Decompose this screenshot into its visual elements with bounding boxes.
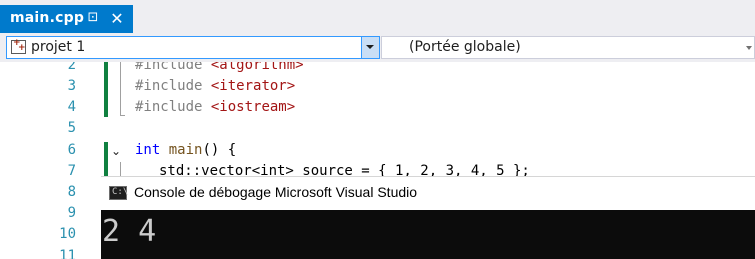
preprocessor-directive: #include: [135, 62, 203, 73]
function-name: main: [168, 142, 203, 158]
scope-dropdown[interactable]: (Portée globale): [381, 36, 755, 59]
line-number: 10: [59, 226, 76, 242]
close-icon[interactable]: ✕: [109, 9, 125, 28]
line-number: 4: [67, 99, 76, 115]
console-titlebar[interactable]: C:\ Console de débogage Microsoft Visual…: [101, 176, 755, 210]
outline-guide-end: [120, 115, 125, 116]
console-title: Console de débogage Microsoft Visual Stu…: [134, 184, 418, 200]
line-number: 3: [67, 78, 76, 94]
preprocessor-directive: #include: [135, 99, 203, 115]
chevron-down-icon[interactable]: [361, 37, 379, 58]
line-number: 8: [67, 184, 76, 200]
code-text: () {: [202, 142, 237, 158]
include-path: <iostream>: [210, 99, 296, 115]
console-output-text: 2 4: [102, 214, 157, 249]
code-line: #include <iostream>: [135, 99, 295, 115]
scope-label: (Portée globale): [409, 39, 521, 55]
pin-icon[interactable]: ⊡: [85, 10, 101, 25]
tab-title: main.cpp: [10, 10, 85, 26]
line-number: 7: [67, 163, 76, 179]
chevron-down-icon[interactable]: [746, 46, 752, 50]
collapse-chevron-icon[interactable]: ⌄: [111, 144, 123, 158]
project-dropdown[interactable]: + + projet 1: [6, 36, 380, 59]
line-number: 5: [67, 120, 76, 136]
console-app-icon: C:\: [109, 186, 128, 200]
preprocessor-directive: #include: [135, 78, 203, 94]
outline-guide: [120, 62, 121, 115]
navigation-bar: + + projet 1 (Portée globale): [0, 33, 755, 62]
code-line: #include <algorithm>: [135, 62, 304, 73]
console-output-area[interactable]: 2 4: [101, 210, 755, 259]
line-number: 6: [67, 142, 76, 158]
keyword: int: [135, 142, 161, 158]
code-line: int main() {: [135, 142, 236, 158]
document-tab-strip: main.cpp ⊡ ✕: [0, 0, 755, 33]
line-number: 11: [59, 248, 76, 259]
project-label: projet 1: [31, 39, 86, 55]
debug-console-window[interactable]: C:\ Console de débogage Microsoft Visual…: [101, 176, 755, 259]
project-icon: + +: [11, 38, 26, 54]
change-indicator-bar: [104, 62, 108, 117]
code-line: #include <iterator>: [135, 78, 295, 94]
line-number: 9: [67, 205, 76, 221]
tab-main-cpp[interactable]: main.cpp ⊡ ✕: [0, 5, 133, 33]
include-path: <iterator>: [210, 78, 296, 94]
include-path: <algorithm>: [210, 62, 304, 73]
line-number: 2: [67, 62, 76, 73]
